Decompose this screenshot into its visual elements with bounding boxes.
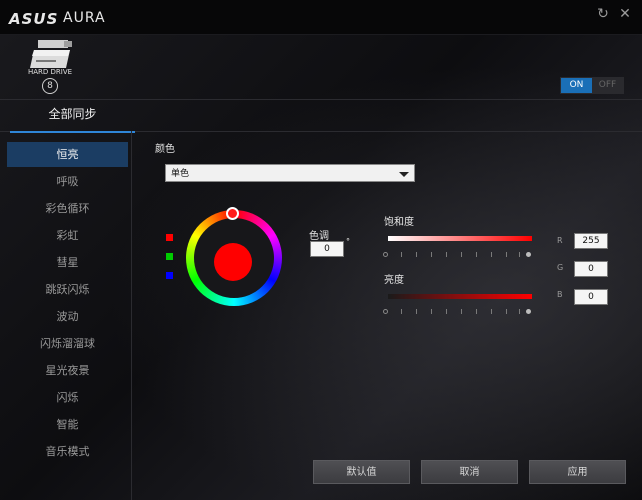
chevron-down-icon[interactable] (399, 172, 409, 177)
b-label: B (557, 290, 563, 299)
asus-logo: ASUS (9, 10, 59, 28)
hue-handle[interactable] (226, 207, 239, 220)
g-input[interactable]: 0 (574, 261, 608, 277)
brightness-ticks (383, 308, 535, 316)
tab-sync-all[interactable]: 全部同步 (10, 100, 135, 133)
apply-button[interactable]: 应用 (529, 460, 626, 484)
sidebar-item-starry-night[interactable]: 星光夜景 (7, 358, 128, 383)
saturation-thumb[interactable] (526, 252, 531, 257)
sidebar-item-comet[interactable]: 彗星 (7, 250, 128, 275)
swatch-blue[interactable] (166, 272, 173, 279)
swatch-red[interactable] (166, 234, 173, 241)
brightness-min-marker (383, 309, 388, 314)
sidebar-item-music[interactable]: 音乐模式 (7, 439, 128, 464)
close-icon[interactable]: ✕ (616, 5, 634, 23)
brightness-thumb[interactable] (526, 309, 531, 314)
saturation-min-marker (383, 252, 388, 257)
title-bar: ASUS AURA ↻ ✕ (0, 0, 642, 35)
selected-color-preview (214, 243, 252, 281)
color-mode-value: 单色 (171, 169, 190, 179)
b-input[interactable]: 0 (574, 289, 608, 305)
g-label: G (557, 263, 564, 272)
color-label: 颜色 (155, 144, 175, 155)
refresh-icon[interactable]: ↻ (594, 5, 612, 23)
sidebar-item-glowing-yoyo[interactable]: 闪烁溜溜球 (7, 331, 128, 356)
device-label: HARD DRIVE (27, 68, 73, 76)
swatch-green[interactable] (166, 253, 173, 260)
app-title: AURA (63, 10, 106, 26)
saturation-label: 饱和度 (384, 217, 414, 228)
default-button[interactable]: 默认值 (313, 460, 410, 484)
r-label: R (557, 236, 563, 245)
hue-input[interactable]: 0 (310, 241, 344, 257)
color-mode-dropdown[interactable]: 单色 (165, 164, 415, 182)
effect-sidebar: 恒亮 呼吸 彩色循环 彩虹 彗星 跳跃闪烁 波动 闪烁溜溜球 星光夜景 闪烁 智… (0, 131, 132, 500)
brightness-slider[interactable] (388, 294, 532, 299)
toggle-off[interactable]: OFF (592, 78, 623, 93)
sidebar-item-strobing[interactable]: 闪烁 (7, 385, 128, 410)
device-number-badge: 8 (42, 78, 58, 94)
sidebar-item-wave[interactable]: 波动 (7, 304, 128, 329)
tab-bar: 全部同步 (0, 99, 642, 133)
sidebar-item-smart[interactable]: 智能 (7, 412, 128, 437)
sidebar-item-color-cycle[interactable]: 彩色循环 (7, 196, 128, 221)
toggle-on[interactable]: ON (561, 78, 592, 93)
sidebar-item-flash-and-dash[interactable]: 跳跃闪烁 (7, 277, 128, 302)
sidebar-item-breathing[interactable]: 呼吸 (7, 169, 128, 194)
sidebar-item-rainbow[interactable]: 彩虹 (7, 223, 128, 248)
degree-symbol: ° (346, 237, 350, 246)
brightness-label: 亮度 (384, 275, 404, 286)
cancel-button[interactable]: 取消 (421, 460, 518, 484)
r-input[interactable]: 255 (574, 233, 608, 249)
saturation-ticks (383, 251, 535, 259)
color-wheel[interactable] (186, 207, 282, 306)
power-toggle[interactable]: ON OFF (560, 77, 624, 94)
saturation-slider[interactable] (388, 236, 532, 241)
hue-label: 色调 (309, 231, 329, 242)
sidebar-item-static[interactable]: 恒亮 (7, 142, 128, 167)
